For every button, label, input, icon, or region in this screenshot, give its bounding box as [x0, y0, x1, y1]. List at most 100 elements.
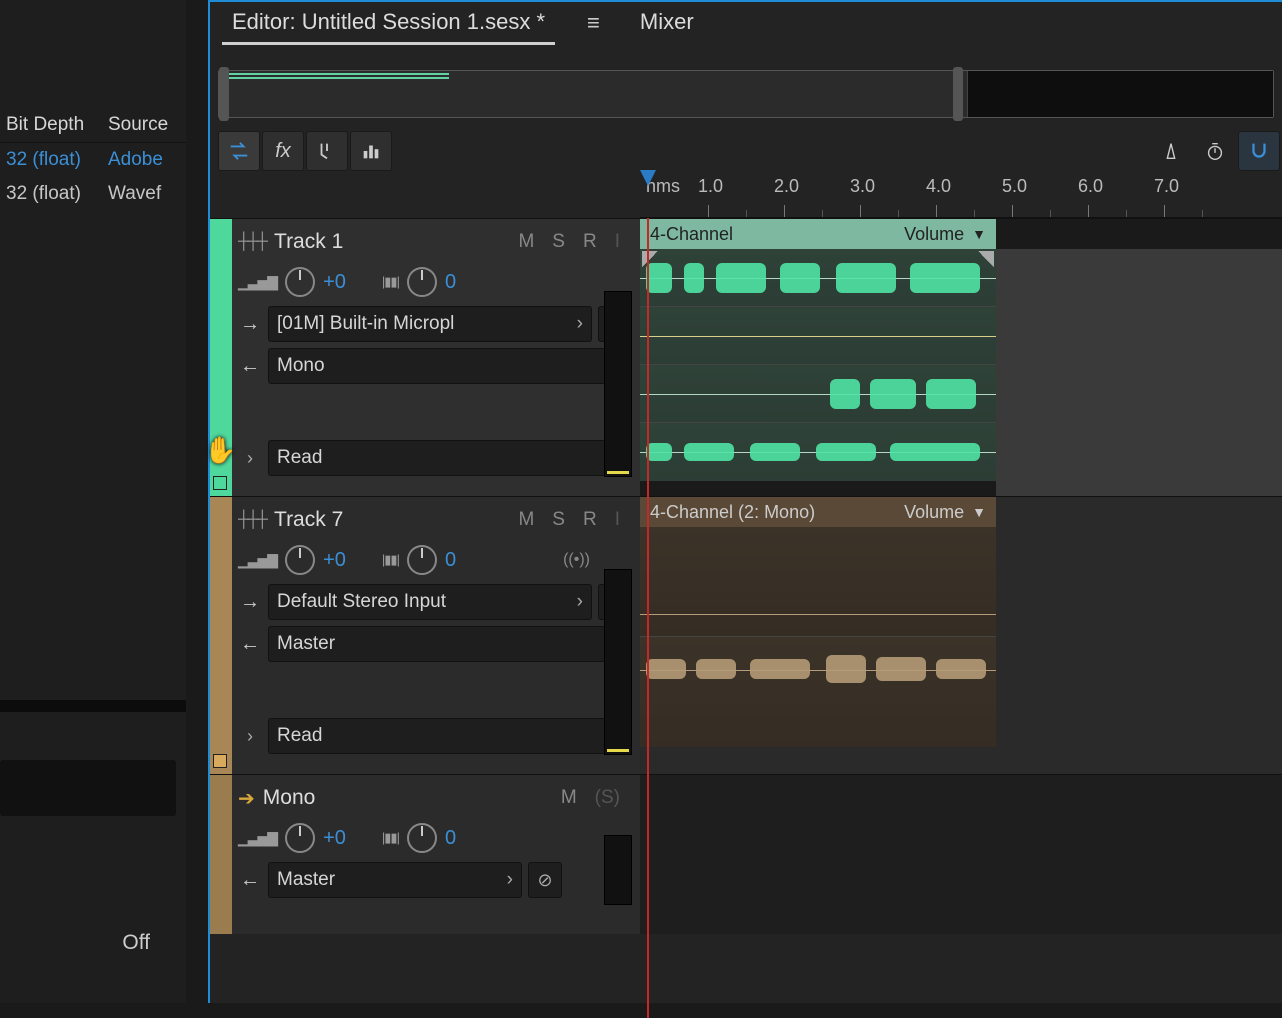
playhead-line[interactable] [647, 218, 649, 1018]
level-meter [604, 291, 632, 477]
overview-scrollbar[interactable] [218, 70, 1274, 118]
output-select[interactable]: Master › [268, 862, 522, 898]
track-controls: ┼┼┼ Track 7 M S R I ▁▃▅▇ +0 |▮▮| [232, 497, 640, 774]
solo-button[interactable]: S [552, 231, 565, 253]
clip-lane[interactable] [640, 775, 1282, 934]
file-row-1[interactable]: 32 (float) Wavef [0, 177, 186, 211]
time-ruler[interactable]: hms 1.0 2.0 3.0 4.0 5.0 6.0 7.0 [640, 174, 1282, 218]
mute-button[interactable]: M [518, 509, 534, 531]
monitor-input-button[interactable]: I [615, 509, 620, 531]
output-value: Master [277, 869, 335, 891]
phase-invert-button[interactable]: ⊘ [528, 862, 562, 898]
pan-knob[interactable] [407, 545, 437, 575]
tab-mixer[interactable]: Mixer [630, 3, 704, 43]
automation-expand-button[interactable]: › [238, 448, 262, 469]
track-name[interactable]: Track 1 [274, 230, 518, 254]
bus-mono: ➔ Mono M (S) ▁▃▅▇ +0 |▮▮| 0 [210, 774, 1282, 934]
waveform-icon: ┼┼┼ [238, 233, 266, 251]
solo-button[interactable]: (S) [595, 787, 620, 809]
volume-knob[interactable] [285, 823, 315, 853]
level-meter [604, 569, 632, 755]
output-value: Mono [277, 355, 325, 377]
waveform-icon: ┼┼┼ [238, 511, 266, 529]
pan-knob[interactable] [407, 823, 437, 853]
ruler-mark: 7.0 [1154, 176, 1179, 197]
pan-value[interactable]: 0 [445, 549, 456, 572]
tracks: ✋ ┼┼┼ Track 1 M S R I [210, 218, 1282, 934]
track-7: ┼┼┼ Track 7 M S R I ▁▃▅▇ +0 |▮▮| [210, 496, 1282, 774]
clip-param[interactable]: Volume [904, 224, 964, 245]
off-label[interactable]: Off [122, 931, 150, 955]
output-arrow-icon: ← [238, 633, 262, 656]
track-color-swatch[interactable] [213, 754, 227, 768]
track-color-strip[interactable] [210, 497, 232, 774]
clip-lane[interactable]: 4-Channel Volume ▼ [640, 219, 1282, 496]
track-name[interactable]: Track 7 [274, 508, 518, 532]
record-arm-button[interactable]: R [583, 509, 597, 531]
effects-button[interactable]: fx [262, 131, 304, 171]
mute-button[interactable]: M [561, 787, 577, 809]
panel-divider [0, 700, 186, 712]
output-select[interactable]: Mono › [268, 348, 632, 384]
metronome-button[interactable] [1150, 131, 1192, 171]
snap-button[interactable] [1238, 131, 1280, 171]
tab-menu-icon[interactable]: ≡ [587, 10, 600, 36]
volume-knob[interactable] [285, 267, 315, 297]
overview-handle-left[interactable] [219, 67, 229, 121]
ruler-mark: 4.0 [926, 176, 951, 197]
monitor-input-button[interactable]: I [615, 231, 620, 253]
file-source: Wavef [108, 183, 186, 205]
track-1: ✋ ┼┼┼ Track 1 M S R I [210, 218, 1282, 496]
audio-clip[interactable]: 4-Channel (2: Mono) Volume ▼ [640, 497, 996, 747]
pan-value[interactable]: 0 [445, 827, 456, 850]
audio-clip[interactable]: 4-Channel Volume ▼ [640, 219, 996, 481]
eq-button[interactable] [350, 131, 392, 171]
volume-knob[interactable] [285, 545, 315, 575]
track-controls: ➔ Mono M (S) ▁▃▅▇ +0 |▮▮| 0 [232, 775, 640, 934]
timer-button[interactable] [1194, 131, 1236, 171]
track-name[interactable]: Mono [263, 786, 561, 810]
chevron-down-icon[interactable]: ▼ [972, 226, 986, 242]
volume-value[interactable]: +0 [323, 827, 346, 850]
pan-knob[interactable] [407, 267, 437, 297]
col-source[interactable]: Source [108, 114, 186, 136]
clip-header[interactable]: 4-Channel Volume ▼ [640, 219, 996, 249]
volume-icon: ▁▃▅▇ [238, 274, 277, 291]
record-arm-button[interactable]: R [583, 231, 597, 253]
volume-value[interactable]: +0 [323, 271, 346, 294]
output-arrow-icon: ← [238, 869, 262, 892]
solo-button[interactable]: S [552, 509, 565, 531]
clip-header[interactable]: 4-Channel (2: Mono) Volume ▼ [640, 497, 996, 527]
track-color-strip[interactable] [210, 775, 232, 934]
inputs-outputs-button[interactable] [218, 131, 260, 171]
tab-mixer-label: Mixer [640, 9, 694, 34]
input-select[interactable]: [01M] Built-in Micropl › [268, 306, 592, 342]
clip-param[interactable]: Volume [904, 502, 964, 523]
sends-button[interactable] [306, 131, 348, 171]
monitor-indicator-icon[interactable]: ((•)) [563, 551, 590, 569]
file-bit-depth: 32 (float) [0, 183, 108, 205]
track-color-swatch[interactable] [213, 476, 227, 490]
editor-panel: Editor: Untitled Session 1.sesx * ≡ Mixe… [208, 0, 1282, 1003]
overview-handle-right[interactable] [953, 67, 963, 121]
tab-editor[interactable]: Editor: Untitled Session 1.sesx * [222, 3, 555, 43]
output-arrow-icon: ← [238, 355, 262, 378]
automation-expand-button[interactable]: › [238, 726, 262, 747]
file-row-0[interactable]: 32 (float) Adobe [0, 143, 186, 177]
col-bit-depth[interactable]: Bit Depth [0, 114, 108, 136]
pan-value[interactable]: 0 [445, 271, 456, 294]
track-color-strip[interactable]: ✋ [210, 219, 232, 496]
mute-button[interactable]: M [518, 231, 534, 253]
volume-value[interactable]: +0 [323, 549, 346, 572]
clip-lane[interactable]: 4-Channel (2: Mono) Volume ▼ [640, 497, 1282, 774]
clip-name: 4-Channel [650, 224, 733, 245]
chevron-down-icon[interactable]: ▼ [972, 504, 986, 520]
automation-mode-select[interactable]: Read ⌄ [268, 718, 632, 754]
tab-editor-label: Editor: Untitled Session 1.sesx * [232, 9, 545, 34]
file-source: Adobe [108, 149, 186, 171]
automation-mode-select[interactable]: Read ⌄ [268, 440, 632, 476]
bus-icon: ➔ [238, 786, 255, 811]
empty-lane[interactable] [996, 249, 1282, 496]
input-select[interactable]: Default Stereo Input › [268, 584, 592, 620]
output-select[interactable]: Master › [268, 626, 632, 662]
